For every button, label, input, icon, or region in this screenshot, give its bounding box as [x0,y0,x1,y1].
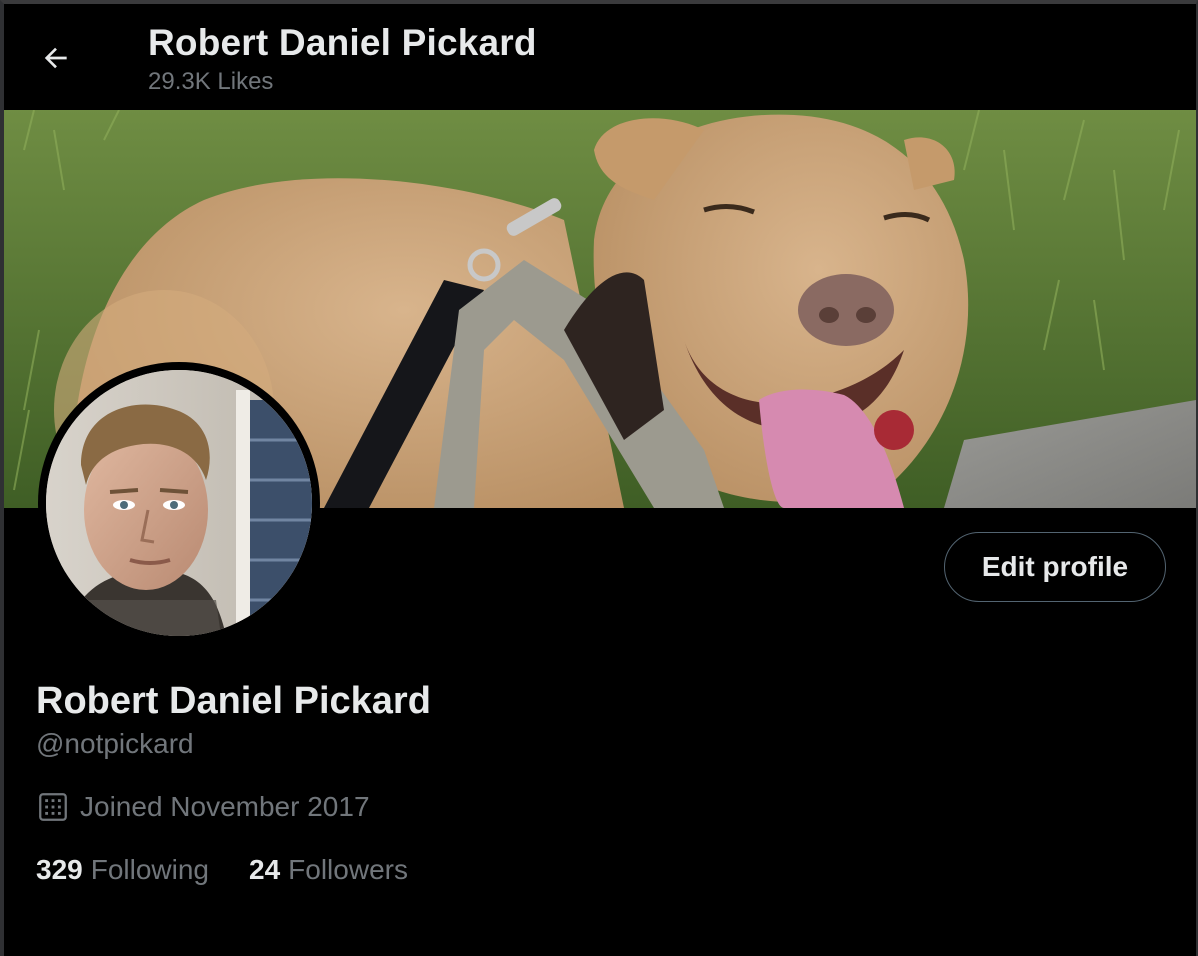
profile-avatar[interactable] [38,362,320,644]
joined-date: Joined November 2017 [36,790,370,824]
following-label: Following [90,854,209,885]
arrow-left-icon [44,47,67,69]
follow-stats: 329 Following 24 Followers [36,854,448,886]
followers-count: 24 [249,854,281,885]
profile-header: Robert Daniel Pickard 29.3K Likes [4,4,1196,110]
back-button[interactable] [32,34,80,82]
calendar-icon [36,790,70,824]
profile-display-name: Robert Daniel Pickard [36,680,431,722]
header-likes-count: 29.3K Likes [148,68,274,95]
followers-link[interactable]: 24 Followers [249,854,408,886]
edit-profile-button[interactable]: Edit profile [944,532,1166,602]
following-count: 329 [36,854,83,885]
joined-text: Joined November 2017 [80,791,370,822]
profile-handle: @notpickard [36,728,194,759]
followers-label: Followers [288,854,408,885]
profile-page: Robert Daniel Pickard 29.3K Likes Edit p… [0,0,1198,956]
following-link[interactable]: 329 Following [36,854,209,886]
header-title: Robert Daniel Pickard [148,22,537,63]
